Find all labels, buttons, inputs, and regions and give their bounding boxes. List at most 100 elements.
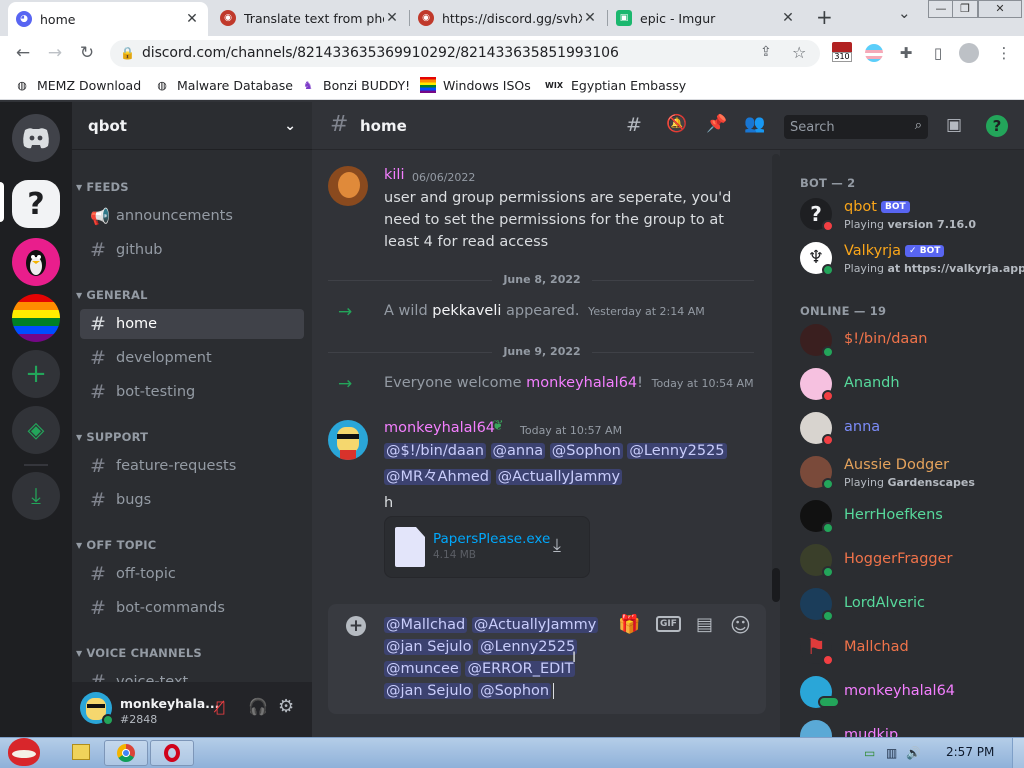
server-tux-icon[interactable] [12, 238, 60, 286]
scrollbar-track[interactable] [772, 154, 780, 602]
back-icon[interactable]: ← [12, 42, 34, 64]
file-explorer-icon[interactable] [72, 744, 90, 760]
new-tab-button[interactable]: + [816, 5, 833, 29]
member-lordalveric[interactable]: LordAlveric [800, 584, 1020, 624]
member-monkeyhalal64[interactable]: monkeyhalal64 [800, 672, 1020, 712]
member-aussie-dodger[interactable]: Aussie Dodger Playing Gardenscapes [800, 452, 1020, 492]
message-author[interactable]: kili [384, 167, 404, 183]
forward-icon[interactable]: → [44, 42, 66, 64]
pinned-messages-icon[interactable]: 📌 [706, 114, 727, 134]
member-hoggerfragger[interactable]: HoggerFragger [800, 540, 1020, 580]
category-general[interactable]: ▼ GENERAL [76, 288, 148, 302]
channel-announcements[interactable]: 📢 announcements [80, 201, 304, 231]
headphones-icon[interactable]: 🎧 [248, 697, 268, 716]
notification-bell-muted-icon[interactable]: 🔕 [666, 114, 687, 134]
user-mention[interactable]: @muncee [384, 661, 461, 677]
inbox-icon[interactable]: ▣ [946, 115, 962, 135]
message-composer[interactable]: + @Mallchad @ActuallyJammy @jan Sejulo @… [328, 604, 766, 714]
volume-icon[interactable]: 🔊 [906, 746, 921, 760]
emoji-icon[interactable]: ☺ [730, 613, 751, 637]
reload-icon[interactable]: ↻ [76, 42, 98, 64]
user-mention[interactable]: @jan Sejulo [384, 683, 474, 699]
channel-github[interactable]: # github [80, 235, 304, 265]
clock[interactable]: 2:57 PM [946, 745, 994, 759]
channel-development[interactable]: # development [80, 343, 304, 373]
user-mention[interactable]: @ERROR_EDIT [465, 661, 576, 677]
user-mention[interactable]: @Lenny2525 [627, 443, 727, 459]
system-message-user[interactable]: pekkaveli [432, 303, 501, 319]
show-desktop-button[interactable] [1012, 738, 1024, 768]
member-anna[interactable]: anna [800, 408, 1020, 448]
extension-flag-icon[interactable] [865, 44, 883, 62]
extensions-puzzle-icon[interactable]: ✚ [896, 43, 916, 63]
server-qbot-icon[interactable]: ? [12, 180, 60, 228]
user-mention[interactable]: @MR々Ahmed [384, 469, 491, 485]
battery-icon[interactable]: ▭ [864, 746, 875, 760]
window-close-button[interactable]: ✕ [978, 0, 1022, 18]
channel-bot-testing[interactable]: # bot-testing [80, 377, 304, 407]
bookmark-memz[interactable]: ◍ MEMZ Download [14, 77, 141, 93]
user-mention[interactable]: @anna [490, 443, 546, 459]
channel-off-topic[interactable]: # off-topic [80, 559, 304, 589]
url-text[interactable]: discord.com/channels/821433635369910292/… [142, 45, 619, 61]
help-icon[interactable]: ? [986, 115, 1008, 137]
sticker-icon[interactable]: ▤ [696, 614, 713, 635]
add-attachment-icon[interactable]: + [346, 616, 366, 636]
member-list-icon[interactable]: 👥 [744, 114, 765, 134]
member-bin-daan[interactable]: $!/bin/daan [800, 320, 1020, 360]
user-mention[interactable]: @ActuallyJammy [471, 617, 599, 633]
explore-compass-icon[interactable]: ◈ [12, 406, 60, 454]
channel-bugs[interactable]: # bugs [80, 485, 304, 515]
user-mention[interactable]: @Sophon [478, 683, 552, 699]
channel-home[interactable]: # home [80, 309, 304, 339]
category-feeds[interactable]: ▼ FEEDS [76, 180, 129, 194]
tab-translate[interactable]: ◉ Translate text from pho ✕ [212, 4, 408, 32]
avatar[interactable] [328, 166, 368, 206]
add-server-icon[interactable]: + [12, 350, 60, 398]
share-icon[interactable]: ⇪ [760, 44, 772, 60]
download-apps-icon[interactable]: ⤓ [12, 472, 60, 520]
tab-imgur[interactable]: ▣ epic - Imgur ✕ [608, 4, 804, 32]
muted-mic-icon[interactable]: 🎙̸ [216, 698, 225, 716]
category-off-topic[interactable]: ▼ OFF TOPIC [76, 538, 156, 552]
start-button[interactable] [2, 732, 46, 768]
user-mention[interactable]: @Lenny2525 [478, 639, 578, 655]
user-mention[interactable]: @$!/bin/daan [384, 443, 486, 459]
gift-icon[interactable]: 🎁 [618, 614, 640, 635]
taskbar-chrome[interactable] [104, 740, 148, 766]
bookmark-malware-database[interactable]: ◍ Malware Database [154, 77, 293, 93]
tab-home[interactable]: ◕ home ✕ [8, 2, 208, 36]
close-tab-icon[interactable]: ✕ [184, 11, 200, 27]
channel-bot-commands[interactable]: # bot-commands [80, 593, 304, 623]
attachment-filename[interactable]: PapersPlease.exe [433, 531, 550, 547]
close-tab-icon[interactable]: ✕ [582, 10, 598, 26]
user-mention[interactable]: @Sophon [549, 443, 623, 459]
user-mention[interactable]: @Mallchad [384, 617, 468, 633]
member-valkyrja[interactable]: ♆ Valkyrja ✓ BOT Playing at https://valky… [800, 238, 1024, 278]
search-input[interactable]: Search ⌕ [784, 115, 928, 139]
bookmark-bonzi[interactable]: ♞ Bonzi BUDDY! [300, 77, 410, 93]
system-message-user[interactable]: monkeyhalal64 [526, 375, 637, 391]
discord-home-icon[interactable] [12, 114, 60, 162]
member-mallchad[interactable]: ⚑ Mallchad [800, 628, 1020, 668]
user-mention[interactable]: @jan Sejulo [384, 639, 474, 655]
taskbar-opera[interactable] [150, 740, 194, 766]
bookmark-windows-isos[interactable]: Windows ISOs [420, 77, 531, 93]
channel-feature-requests[interactable]: # feature-requests [80, 451, 304, 481]
member-herrhoefkens[interactable]: HerrHoefkens [800, 496, 1020, 536]
member-qbot[interactable]: ? qbot BOT Playing version 7.16.0 [800, 194, 1020, 234]
threads-icon[interactable]: # [626, 114, 642, 136]
close-tab-icon[interactable]: ✕ [780, 10, 796, 26]
member-anandh[interactable]: Anandh [800, 364, 1020, 404]
message-input[interactable]: @Mallchad @ActuallyJammy @jan Sejulo @Le… [384, 614, 599, 702]
user-mention[interactable]: @ActuallyJammy [495, 469, 623, 485]
download-icon[interactable]: ⤓ [553, 535, 561, 556]
bookmark-star-icon[interactable]: ☆ [792, 43, 806, 62]
chrome-menu-icon[interactable]: ⋮ [994, 43, 1014, 63]
tab-search-icon[interactable]: ⌄ [898, 4, 911, 22]
extension-calendar-icon[interactable]: 310 [832, 42, 852, 66]
minimize-button[interactable]: — [928, 0, 954, 18]
close-tab-icon[interactable]: ✕ [384, 10, 400, 26]
settings-gear-icon[interactable]: ⚙ [278, 696, 294, 717]
gif-icon[interactable]: GIF [656, 616, 681, 632]
